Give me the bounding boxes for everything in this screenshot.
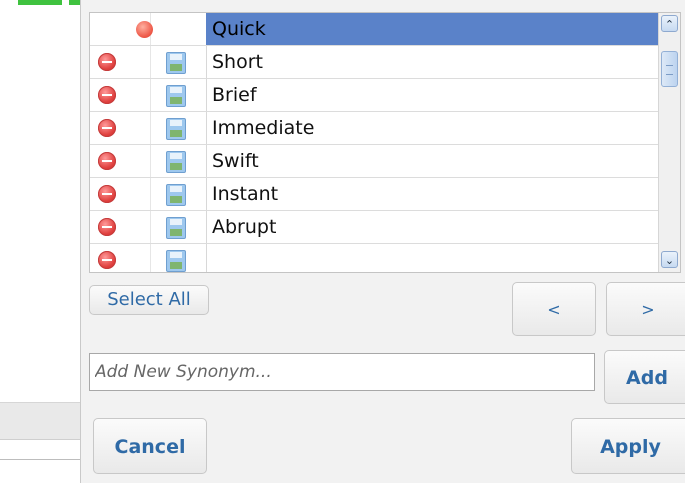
synonym-row[interactable]: Immediate: [90, 112, 658, 145]
scroll-up-button[interactable]: ⌃: [661, 15, 678, 32]
synonym-row[interactable]: Brief: [90, 79, 658, 112]
floppy-disk-icon[interactable]: [166, 118, 186, 140]
remove-cell: [90, 178, 151, 210]
floppy-disk-icon[interactable]: [166, 184, 186, 206]
save-cell: [150, 46, 207, 78]
remove-cell: [90, 46, 151, 78]
previous-button[interactable]: <: [512, 282, 596, 336]
grid-scrollbar[interactable]: ⌃ ⌄: [658, 13, 680, 272]
floppy-disk-icon[interactable]: [166, 151, 186, 173]
remove-cell: [90, 145, 151, 177]
save-cell: [150, 145, 207, 177]
background-toolbar: [0, 402, 80, 440]
remove-cell: [90, 112, 151, 144]
header-icon-cell: [90, 13, 153, 45]
add-synonym-button[interactable]: Add: [604, 350, 685, 404]
synonym-row[interactable]: Abrupt: [90, 244, 658, 272]
floppy-disk-icon[interactable]: [166, 250, 186, 272]
floppy-disk-icon[interactable]: [166, 52, 186, 74]
synonym-editor-panel: Quick Short Brief Immediate Swift Instan…: [80, 0, 685, 483]
remove-circle-icon[interactable]: [98, 53, 116, 71]
remove-circle-icon[interactable]: [98, 119, 116, 137]
remove-circle-icon[interactable]: [98, 218, 116, 236]
remove-circle-icon[interactable]: [98, 251, 116, 269]
save-cell: [150, 244, 207, 272]
remove-cell: [90, 79, 151, 111]
cancel-button[interactable]: Cancel: [93, 418, 207, 474]
synonym-row[interactable]: Abrupt: [90, 211, 658, 244]
save-cell: [150, 112, 207, 144]
synonym-text[interactable]: Short: [206, 46, 658, 78]
remove-circle-icon[interactable]: [98, 152, 116, 170]
synonym-row[interactable]: Swift: [90, 145, 658, 178]
new-synonym-input[interactable]: [89, 353, 595, 391]
select-all-button[interactable]: Select All: [89, 285, 209, 315]
remove-cell: [90, 244, 151, 272]
synonym-text[interactable]: Abrupt: [206, 211, 658, 243]
scroll-thumb[interactable]: [661, 51, 678, 87]
save-cell: [150, 178, 207, 210]
floppy-disk-icon[interactable]: [166, 85, 186, 107]
synonym-text[interactable]: Instant: [206, 178, 658, 210]
synonym-text[interactable]: Brief: [206, 79, 658, 111]
next-button[interactable]: >: [606, 282, 685, 336]
header-blank-cell: [150, 13, 207, 45]
synonym-row[interactable]: Instant: [90, 178, 658, 211]
save-cell: [150, 211, 207, 243]
remove-circle-icon[interactable]: [98, 185, 116, 203]
save-cell: [150, 79, 207, 111]
header-word: Quick: [206, 13, 658, 45]
synonym-text[interactable]: Swift: [206, 145, 658, 177]
background-divider: [0, 459, 80, 460]
remove-circle-icon[interactable]: [98, 86, 116, 104]
grid-header-row[interactable]: Quick: [90, 13, 658, 46]
floppy-disk-icon[interactable]: [166, 217, 186, 239]
apply-button[interactable]: Apply: [571, 418, 685, 474]
synonym-grid: Quick Short Brief Immediate Swift Instan…: [89, 12, 681, 273]
remove-cell: [90, 211, 151, 243]
synonym-row[interactable]: Short: [90, 46, 658, 79]
scroll-down-button[interactable]: ⌄: [661, 251, 678, 268]
synonym-text[interactable]: Immediate: [206, 112, 658, 144]
background-tab: [18, 0, 62, 5]
